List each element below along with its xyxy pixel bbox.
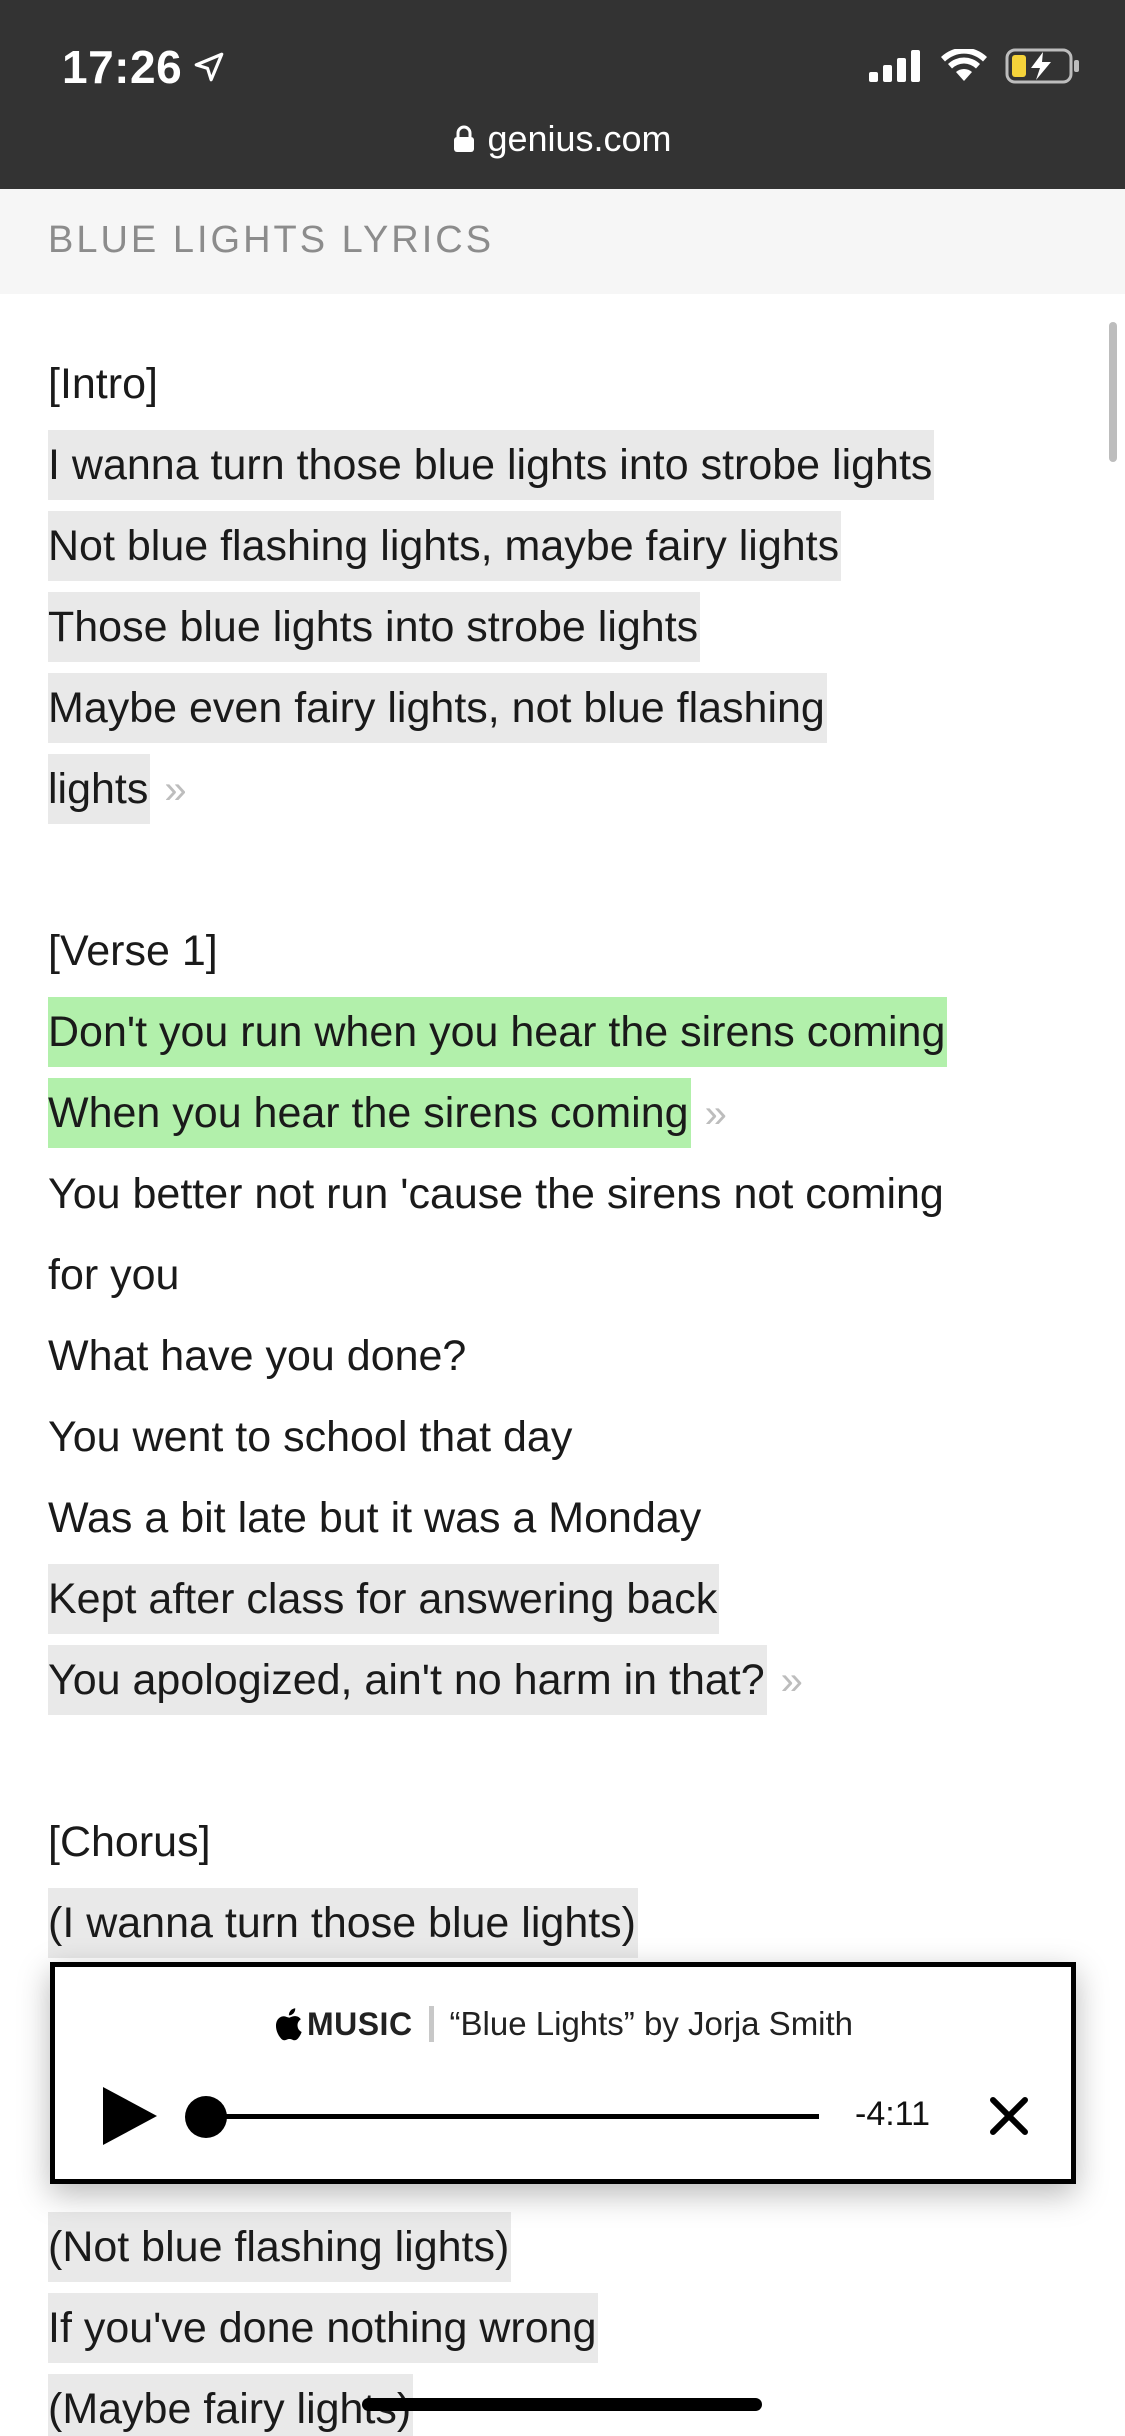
lyric-line[interactable]: Those blue lights into strobe lights — [48, 587, 1078, 668]
lyric-line: Was a bit late but it was a Monday — [48, 1478, 1078, 1559]
lyric-line[interactable]: I wanna turn those blue lights into stro… — [48, 425, 1078, 506]
progress-knob[interactable] — [185, 2096, 227, 2138]
play-button[interactable] — [99, 2085, 159, 2147]
lyrics-section-label: [Verse 1] — [48, 911, 1078, 992]
lyric-text: lights — [48, 754, 151, 824]
status-indicators — [869, 48, 1081, 84]
page-title: BLUE LIGHTS LYRICS — [48, 219, 495, 261]
lyric-text: Was a bit late but it was a Monday — [48, 1494, 702, 1542]
lyric-text: (I wanna turn those blue lights) — [48, 1888, 638, 1958]
player-title: MUSIC “Blue Lights” by Jorja Smith — [55, 2005, 1071, 2043]
lyric-text: Not blue flashing lights, maybe fairy li… — [48, 511, 842, 581]
lyric-line: for you — [48, 1235, 1078, 1316]
lyric-text: If you've done nothing wrong — [48, 2293, 599, 2363]
lyrics-section-header: BLUE LIGHTS LYRICS — [0, 189, 1125, 294]
lyric-line[interactable]: Maybe even fairy lights, not blue flashi… — [48, 668, 1078, 749]
lyric-text: (Not blue flashing lights) — [48, 2212, 512, 2282]
lyric-text: I wanna turn those blue lights into stro… — [48, 430, 935, 500]
lyrics-section-label: [Chorus] — [48, 1802, 1078, 1883]
location-arrow-icon — [194, 52, 224, 82]
apple-icon — [275, 2008, 302, 2041]
lyric-line: You went to school that day — [48, 1397, 1078, 1478]
lyric-line[interactable]: When you hear the sirens coming » — [48, 1073, 1078, 1154]
brand-label: MUSIC — [306, 2005, 413, 2042]
lyric-text: You apologized, ain't no harm in that? — [48, 1645, 767, 1715]
lyric-text: for you — [48, 1251, 180, 1299]
time-remaining: -4:11 — [855, 2095, 930, 2133]
apple-music-player: MUSIC “Blue Lights” by Jorja Smith -4:11 — [50, 1962, 1076, 2184]
lyric-text: [Chorus] — [48, 1818, 211, 1866]
lyric-text: You better not run 'cause the sirens not… — [48, 1170, 944, 1218]
status-time-text: 17:26 — [62, 41, 183, 93]
lyric-text: What have you done? — [48, 1332, 467, 1380]
title-separator — [428, 2006, 434, 2042]
lyric-text: You went to school that day — [48, 1413, 573, 1461]
lyric-line: What have you done? — [48, 1316, 1078, 1397]
lyric-line: You better not run 'cause the sirens not… — [48, 1154, 1078, 1235]
lyric-line[interactable]: You apologized, ain't no harm in that? » — [48, 1640, 1078, 1721]
lyric-line[interactable]: lights » — [48, 749, 1078, 830]
address-bar[interactable]: genius.com — [0, 118, 1125, 160]
cellular-signal-icon — [869, 50, 920, 82]
url-text: genius.com — [487, 118, 672, 159]
progress-track[interactable] — [189, 2114, 819, 2119]
lyric-line[interactable]: Don't you run when you hear the sirens c… — [48, 992, 1078, 1073]
home-indicator[interactable] — [362, 2398, 762, 2411]
lyric-line[interactable]: Kept after class for answering back — [48, 1559, 1078, 1640]
battery-charging-icon — [1005, 48, 1079, 84]
lock-icon — [454, 125, 475, 152]
browser-top-bar: 17:26 genius.com — [0, 0, 1125, 189]
annotation-more-icon[interactable]: » — [781, 1659, 803, 1703]
lyric-line[interactable]: Not blue flashing lights, maybe fairy li… — [48, 506, 1078, 587]
lyric-text: Kept after class for answering back — [48, 1564, 720, 1634]
apple-music-logo: MUSIC — [273, 2006, 413, 2043]
lyric-text: When you hear the sirens coming — [48, 1078, 691, 1148]
lyric-text: [Verse 1] — [48, 927, 218, 975]
annotation-more-icon[interactable]: » — [705, 1092, 727, 1136]
scrollbar[interactable] — [1109, 322, 1117, 462]
lyric-line[interactable]: (I wanna turn those blue lights) — [48, 1883, 1078, 1964]
track-title: “Blue Lights” by Jorja Smith — [449, 2005, 854, 2042]
lyric-line[interactable]: If you've done nothing wrong — [48, 2288, 1078, 2369]
lyrics-section-label: [Intro] — [48, 344, 1078, 425]
lyric-text: Don't you run when you hear the sirens c… — [48, 997, 948, 1067]
lyric-text: Maybe even fairy lights, not blue flashi… — [48, 673, 827, 743]
lyric-text: Those blue lights into strobe lights — [48, 592, 701, 662]
lyric-text: [Intro] — [48, 360, 158, 408]
lyric-line[interactable]: (Not blue flashing lights) — [48, 2207, 1078, 2288]
status-time: 17:26 — [62, 40, 226, 94]
annotation-more-icon[interactable]: » — [164, 768, 186, 812]
stanza-gap — [48, 1721, 1078, 1802]
stanza-gap — [48, 830, 1078, 911]
close-button[interactable] — [988, 2095, 1030, 2137]
lyric-text: (Maybe fairy lights) — [48, 2374, 414, 2436]
wifi-icon — [941, 49, 987, 81]
